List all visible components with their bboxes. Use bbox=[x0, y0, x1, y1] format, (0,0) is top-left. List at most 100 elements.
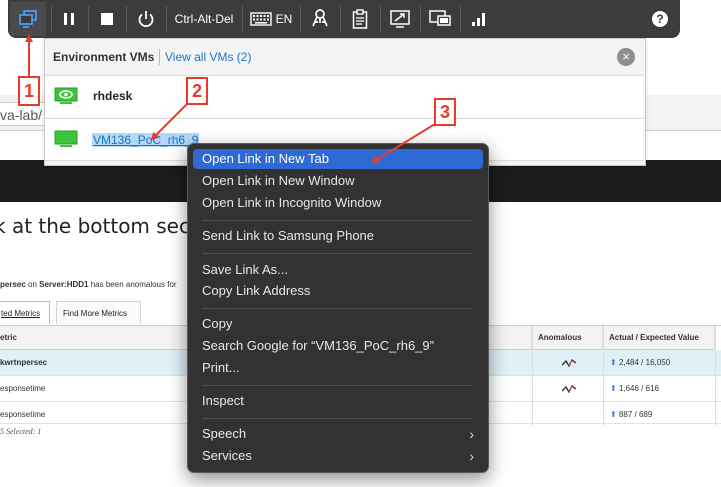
vm-panel-divider bbox=[159, 49, 160, 65]
column-header-actual-expected[interactable]: Actual / Expected Value bbox=[603, 326, 715, 350]
row-value-text: 2,484 / 16,050 bbox=[618, 358, 671, 367]
anomaly-connector: on bbox=[25, 280, 40, 289]
ctrl-alt-del-button[interactable]: Ctrl-Alt-Del bbox=[170, 2, 238, 36]
menu-separator bbox=[202, 418, 473, 419]
multi-monitor-button[interactable] bbox=[424, 2, 456, 36]
help-icon: ? bbox=[652, 11, 668, 27]
menu-item-services[interactable]: Services › bbox=[193, 446, 483, 466]
toolbar-divider bbox=[460, 6, 461, 32]
vm-monitor-icon bbox=[54, 87, 78, 104]
toolbar-divider bbox=[340, 6, 341, 32]
toolbar-divider bbox=[51, 6, 52, 32]
keyboard-language-button[interactable]: EN bbox=[246, 2, 296, 36]
menu-separator bbox=[202, 308, 473, 309]
menu-item-inspect[interactable]: Inspect bbox=[193, 391, 483, 411]
toolbar-divider bbox=[420, 6, 421, 32]
anomaly-note-text: has been anomalous for bbox=[88, 280, 177, 289]
anomaly-note: persec on Server:HDD1 has been anomalous… bbox=[0, 280, 177, 289]
desktop-switcher-icon bbox=[19, 10, 37, 28]
row-metric: esponsetime bbox=[0, 384, 46, 393]
anomaly-sparkline-icon bbox=[562, 385, 576, 393]
menu-item-open-new-window[interactable]: Open Link in New Window bbox=[193, 171, 483, 191]
view-all-vms-link[interactable]: View all VMs (2) bbox=[165, 50, 251, 64]
usb-keys-button[interactable] bbox=[304, 2, 336, 36]
row-value-text: 887 / 689 bbox=[618, 410, 653, 419]
toolbar-divider bbox=[88, 6, 89, 32]
tab-selected-metrics-label: ted Metrics bbox=[1, 309, 41, 318]
trend-up-icon: ⬆ bbox=[610, 384, 617, 393]
row-value-text: 1,646 / 616 bbox=[618, 384, 659, 393]
desktop-switcher-button[interactable] bbox=[10, 2, 46, 36]
page-heading: k at the bottom sect bbox=[0, 214, 198, 238]
vm-panel-title: Environment VMs bbox=[53, 50, 155, 64]
power-icon bbox=[138, 11, 154, 28]
toolbar-divider bbox=[300, 6, 301, 32]
menu-item-speech[interactable]: Speech › bbox=[193, 424, 483, 444]
annotation-label-1: 1 bbox=[18, 76, 40, 106]
vm-name: rhdesk bbox=[93, 89, 133, 103]
menu-item-services-label: Services bbox=[202, 448, 252, 463]
help-button[interactable]: ? bbox=[646, 2, 674, 36]
menu-separator bbox=[202, 220, 473, 221]
menu-item-speech-label: Speech bbox=[202, 426, 247, 441]
chevron-right-icon: › bbox=[469, 448, 474, 464]
connection-quality-button[interactable] bbox=[464, 2, 494, 36]
table-footer: 5 Selected: 1 bbox=[0, 427, 42, 436]
menu-separator bbox=[202, 253, 473, 254]
toolbar-divider bbox=[380, 6, 381, 32]
clipboard-button[interactable] bbox=[344, 2, 376, 36]
vm-name-link[interactable]: VM136_PoC_rh6_9 bbox=[92, 133, 200, 147]
column-header-metric-label: etric bbox=[0, 333, 17, 342]
resize-button[interactable] bbox=[384, 2, 416, 36]
row-metric: esponsetime bbox=[0, 410, 46, 419]
keyboard-lang-label: EN bbox=[275, 12, 293, 26]
stop-button[interactable] bbox=[92, 2, 122, 36]
menu-item-open-incognito[interactable]: Open Link in Incognito Window bbox=[193, 193, 483, 213]
menu-item-copy-link-address[interactable]: Copy Link Address bbox=[193, 281, 483, 301]
menu-item-search-google[interactable]: Search Google for “VM136_PoC_rh6_9” bbox=[193, 336, 483, 356]
power-button[interactable] bbox=[130, 2, 162, 36]
anomaly-metric: persec bbox=[0, 280, 26, 289]
column-divider bbox=[603, 326, 604, 426]
pause-button[interactable] bbox=[54, 2, 84, 36]
annotation-label-2: 2 bbox=[186, 77, 208, 105]
usb-keys-icon bbox=[312, 9, 328, 27]
column-divider bbox=[715, 326, 716, 426]
session-toolbar: Ctrl-Alt-Del EN ? bbox=[8, 0, 680, 38]
tab-find-more-metrics[interactable]: Find More Metrics bbox=[56, 301, 141, 324]
column-header-anomalous-label: Anomalous bbox=[538, 333, 582, 342]
toolbar-divider bbox=[242, 6, 243, 32]
tab-selected-metrics[interactable]: ted Metrics bbox=[0, 301, 50, 324]
annotation-label-3: 3 bbox=[434, 98, 456, 126]
context-menu: Open Link in New Tab Open Link in New Wi… bbox=[187, 143, 489, 473]
close-icon[interactable]: × bbox=[617, 48, 635, 66]
menu-item-save-link-as[interactable]: Save Link As... bbox=[193, 260, 483, 280]
row-value: ⬆ 2,484 / 16,050 bbox=[610, 350, 670, 376]
address-bar-text: va-lab/ bbox=[0, 107, 43, 123]
clipboard-icon bbox=[352, 9, 368, 29]
menu-item-copy[interactable]: Copy bbox=[193, 314, 483, 334]
stop-icon bbox=[101, 13, 113, 25]
anomaly-server: Server:HDD1 bbox=[39, 280, 89, 289]
signal-icon bbox=[472, 13, 485, 26]
vm-item-rhdesk[interactable]: rhdesk bbox=[45, 75, 643, 117]
toolbar-divider bbox=[166, 6, 167, 32]
vm-monitor-icon bbox=[54, 130, 78, 147]
chevron-right-icon: › bbox=[469, 426, 474, 442]
menu-item-print[interactable]: Print... bbox=[193, 358, 483, 378]
column-header-actual-expected-label: Actual / Expected Value bbox=[609, 333, 699, 342]
trend-up-icon: ⬆ bbox=[610, 358, 617, 367]
row-value: ⬆ 1,646 / 616 bbox=[610, 376, 659, 402]
menu-item-send-to-phone[interactable]: Send Link to Samsung Phone bbox=[193, 226, 483, 246]
menu-separator bbox=[202, 385, 473, 386]
multi-monitor-icon bbox=[429, 10, 451, 26]
resize-icon bbox=[390, 10, 410, 28]
column-header-anomalous[interactable]: Anomalous bbox=[532, 326, 603, 350]
pause-icon bbox=[64, 13, 74, 25]
trend-up-icon: ⬆ bbox=[610, 410, 617, 419]
tab-find-more-metrics-label: Find More Metrics bbox=[63, 309, 128, 318]
toolbar-divider bbox=[126, 6, 127, 32]
anomaly-sparkline-icon bbox=[562, 359, 576, 367]
ctrl-alt-del-label: Ctrl-Alt-Del bbox=[174, 12, 234, 26]
menu-item-open-new-tab[interactable]: Open Link in New Tab bbox=[193, 149, 483, 169]
